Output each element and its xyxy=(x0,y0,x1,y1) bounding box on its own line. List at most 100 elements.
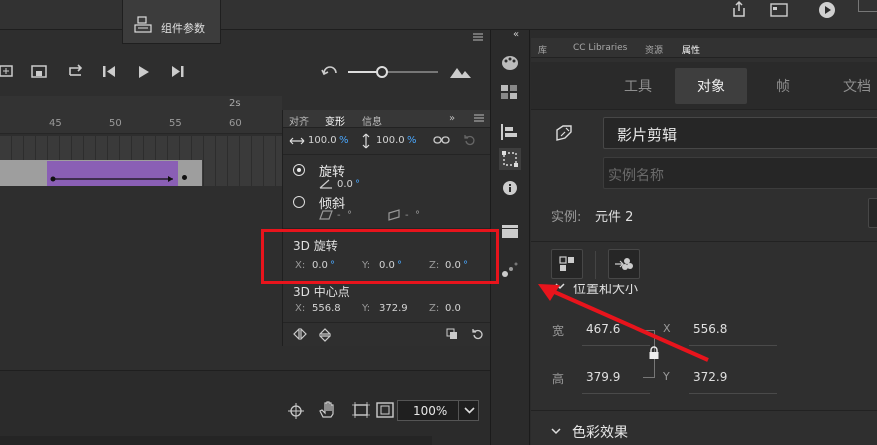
panel-menu-icon[interactable] xyxy=(473,33,483,41)
undo-speed-icon[interactable] xyxy=(321,65,339,79)
subtab-frame[interactable]: 帧 xyxy=(776,76,790,96)
step-back-icon[interactable] xyxy=(103,65,117,79)
instance-value: 元件 2 xyxy=(595,210,634,225)
transform-panel: 对齐 变形 信息 » 100.0 % 100.0 % 旋转 0.0 ° 倾斜 -… xyxy=(282,110,491,346)
instance-name-placeholder: 实例名称 xyxy=(608,168,664,184)
rotate-label: 旋转 xyxy=(319,165,346,180)
center-3d-x-label: X: xyxy=(295,303,306,314)
skew-v-value[interactable]: - xyxy=(405,210,409,221)
properties-panel: 库 CC Libraries 资源 属性 工具 对象 帧 文档 影片剪辑 实例名… xyxy=(531,38,877,445)
zoom-value: 100% xyxy=(413,404,448,418)
properties-tabs: 库 CC Libraries 资源 属性 xyxy=(531,38,877,58)
frame-span-tween[interactable] xyxy=(47,161,178,186)
transform-menu-icon[interactable] xyxy=(474,114,484,122)
flip-vertical-icon[interactable] xyxy=(319,328,331,342)
reset-transform-icon[interactable] xyxy=(471,328,483,340)
constrain-link-icon[interactable] xyxy=(433,135,450,145)
expand-icon[interactable]: » xyxy=(449,113,455,124)
tab-info[interactable]: 信息 xyxy=(362,113,382,128)
motion-presets-icon[interactable] xyxy=(501,261,519,277)
ruler-tick: 55 xyxy=(169,118,182,129)
tab-transform[interactable]: 变形 xyxy=(325,113,345,128)
timeline-ruler[interactable]: 2s 45 50 55 60 xyxy=(0,96,282,134)
share-icon[interactable] xyxy=(730,0,748,18)
collapse-icon[interactable]: « xyxy=(513,29,519,40)
height-scale-value[interactable]: 100.0 xyxy=(376,135,405,146)
step-forward-icon[interactable] xyxy=(171,65,185,79)
mountains-icon[interactable] xyxy=(450,65,472,79)
center-stage-icon[interactable] xyxy=(288,403,304,419)
y-value[interactable]: 372.9 xyxy=(693,370,727,384)
movieclip-icon xyxy=(555,124,575,142)
timeline-toolbar xyxy=(0,52,490,92)
align-icon[interactable] xyxy=(501,124,517,140)
center-3d-y[interactable]: 372.9 xyxy=(379,303,408,314)
annotation-arrow xyxy=(538,284,709,362)
tab-align[interactable]: 对齐 xyxy=(289,113,309,128)
center-3d-x[interactable]: 556.8 xyxy=(312,303,341,314)
play-circle-icon[interactable] xyxy=(817,0,837,20)
ruler-tick: 45 xyxy=(49,118,62,129)
clip-stage-icon[interactable] xyxy=(352,402,370,418)
play-icon[interactable] xyxy=(138,65,150,79)
ruler-marker-2s: 2s xyxy=(229,98,241,109)
chevron-down-icon[interactable] xyxy=(551,428,561,435)
chevron-down-icon[interactable] xyxy=(458,401,479,420)
zoom-slider-fill xyxy=(348,71,377,73)
skew-v-unit: ° xyxy=(415,210,420,221)
component-params-tab[interactable]: 组件参数 xyxy=(122,0,221,44)
center-3d-z[interactable]: 0.0 xyxy=(445,303,461,314)
divider xyxy=(283,154,491,155)
skew-h-unit: ° xyxy=(347,210,352,221)
height-underline xyxy=(582,393,650,394)
tab-assets[interactable]: 资源 xyxy=(645,43,663,56)
height-value[interactable]: 379.9 xyxy=(586,370,620,384)
component-params-label: 组件参数 xyxy=(161,22,205,35)
duplicate-transform-icon[interactable] xyxy=(446,328,458,340)
height-label: 高 xyxy=(552,372,565,386)
skew-h-value[interactable]: - xyxy=(337,210,341,221)
symbol-type-value: 影片剪辑 xyxy=(617,126,678,144)
window-icon[interactable] xyxy=(770,3,788,17)
subtab-object[interactable]: 对象 xyxy=(675,68,747,104)
highlight-box xyxy=(261,229,499,284)
insert-frame-icon[interactable] xyxy=(0,64,14,78)
flip-horizontal-icon[interactable] xyxy=(293,328,307,340)
y-underline xyxy=(689,393,777,394)
stage-scrollbar[interactable] xyxy=(0,436,432,445)
tab-cc-libraries[interactable]: CC Libraries xyxy=(573,43,627,53)
color-effect-label: 色彩效果 xyxy=(572,425,628,441)
zoom-slider-thumb[interactable] xyxy=(376,66,388,78)
component-params-icon xyxy=(134,16,154,34)
clapper-icon[interactable] xyxy=(501,224,519,238)
color-swatch-icon[interactable] xyxy=(501,55,519,71)
insert-keyframe-icon[interactable] xyxy=(31,65,47,79)
info-icon[interactable] xyxy=(502,180,518,196)
subtab-tools[interactable]: 工具 xyxy=(624,76,652,96)
zoom-select[interactable]: 100% xyxy=(397,400,479,421)
divider xyxy=(531,241,877,242)
center-3d-z-label: Z: xyxy=(429,303,440,314)
rotate-radio[interactable] xyxy=(293,164,305,176)
tab-library[interactable]: 库 xyxy=(538,43,547,56)
swatches-grid-icon[interactable] xyxy=(501,85,517,99)
divider xyxy=(283,322,491,323)
corner-box xyxy=(858,0,877,12)
rotate-value[interactable]: 0.0 xyxy=(337,179,353,190)
tab-properties[interactable]: 属性 xyxy=(682,43,700,56)
skew-vertical-icon xyxy=(388,209,400,221)
fit-stage-icon[interactable] xyxy=(376,402,394,418)
loop-icon[interactable] xyxy=(67,63,85,79)
reset-scale-icon[interactable] xyxy=(463,134,477,146)
swap-symbol-button[interactable] xyxy=(868,198,877,228)
height-scale-unit: % xyxy=(407,135,417,146)
width-scale-value[interactable]: 100.0 xyxy=(308,135,337,146)
transform-icon[interactable] xyxy=(499,148,521,170)
skew-radio[interactable] xyxy=(293,196,305,208)
keyframe-dot[interactable] xyxy=(182,175,187,180)
ruler-tick: 50 xyxy=(109,118,122,129)
hand-tool-icon[interactable] xyxy=(318,401,338,419)
symbol-type-select[interactable]: 影片剪辑 xyxy=(603,117,877,149)
instance-name-input[interactable]: 实例名称 xyxy=(603,157,877,189)
subtab-document[interactable]: 文档 xyxy=(843,76,871,96)
